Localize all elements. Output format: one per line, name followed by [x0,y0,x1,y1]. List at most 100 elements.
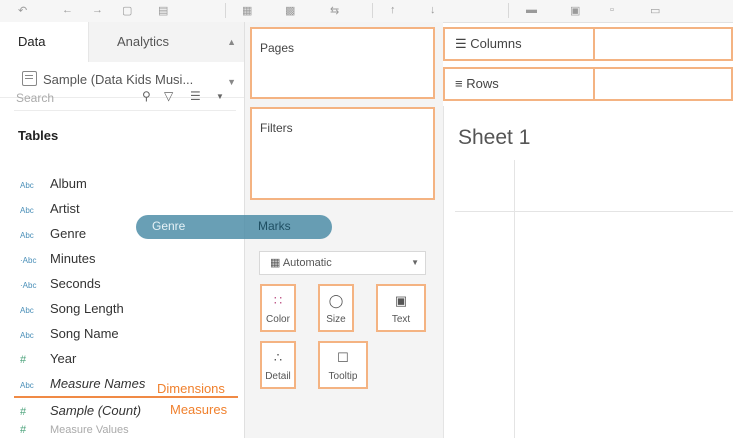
number-type-icon: # [20,406,27,418]
fit-icon[interactable]: ▭ [650,4,660,17]
tab-data[interactable]: Data [0,22,88,62]
shelf-divider [593,29,595,59]
field-item[interactable]: Abc Measure Names [20,372,145,396]
columns-shelf[interactable]: ☰︎ Columns [443,27,733,61]
mark-type-dropdown[interactable]: ▦ Automatic ▼ [259,251,426,275]
swap-icon[interactable]: ⇆ [330,4,339,17]
field-item[interactable]: Abc Album [20,172,87,196]
measures-drop-label: Measures [170,402,228,417]
detail-label: Detail [265,371,291,382]
field-name: Seconds [50,276,101,291]
text-icon: ▣ [394,293,408,308]
string-type-icon: Abc [20,381,34,390]
filters-title: Filters [260,121,293,135]
datasource-label: Sample (Data Kids Musi... [43,72,194,87]
toolbar-divider [508,3,509,18]
new-sheet-icon[interactable]: ▦ [242,4,252,17]
number-type-icon: # [20,354,27,366]
marks-title: Marks [258,219,291,233]
columns-label: ☰︎ Columns [455,36,522,52]
dimensions-drop-label: Dimensions [157,381,225,396]
pages-card[interactable]: Pages [250,27,435,99]
detail-button[interactable]: ∴ Detail [260,341,296,389]
search-icon[interactable]: ⚲ [142,89,151,103]
sheet-canvas[interactable] [443,106,733,438]
field-name: Album [50,176,87,191]
highlight-icon[interactable]: ▬ [526,4,537,16]
tab-analytics[interactable]: Analytics ▲ ▼ [88,22,244,87]
rows-shelf[interactable]: ≡ Rows [443,67,733,101]
view-options-icon[interactable]: ☰ [190,89,201,103]
tooltip-button[interactable]: ☐ Tooltip [318,341,368,389]
duplicate-icon[interactable]: ▩ [285,4,295,17]
search-input[interactable] [14,86,138,110]
columns-icon: ☰︎ [455,36,471,51]
tooltip-label: Tooltip [328,371,358,382]
canvas-gridline [514,160,515,438]
string-type-icon: Abc [20,306,34,315]
color-button[interactable]: ∷ Color [260,284,296,332]
save-icon[interactable]: ▢ [122,4,132,17]
group-icon[interactable]: ▣ [570,4,580,17]
filter-icon[interactable]: ▽ [164,89,173,103]
undo-icon[interactable]: ↶ [18,4,27,17]
calculated-string-type-icon: ·Abc [20,256,37,265]
color-icon: ∷ [273,293,283,308]
string-type-icon: Abc [20,331,34,340]
filters-card[interactable]: Filters [250,107,435,200]
text-label: Text [391,314,411,325]
field-name: Year [50,351,77,366]
field-item[interactable]: Abc Genre [20,222,86,246]
sheet-title[interactable]: Sheet 1 [458,126,530,150]
field-item[interactable]: # Year [20,347,76,371]
pages-title: Pages [260,41,295,55]
detail-icon: ∴ [273,350,283,365]
size-icon: ◯ [328,293,344,308]
tab-analytics-label: Analytics [117,34,170,49]
forward-icon[interactable]: → [92,4,103,16]
mark-type-value: Automatic [282,257,332,269]
tooltip-icon: ☐ [337,350,349,365]
size-label: Size [326,314,346,325]
sort-desc-icon[interactable]: ↓ [430,4,436,16]
number-type-icon: # [20,424,27,436]
field-name: Song Length [50,301,124,316]
rows-label: ≡ Rows [455,76,499,91]
field-name: Measure Names [50,376,146,391]
sort-asc-icon[interactable]: ↑ [390,4,396,16]
string-type-icon: Abc [20,231,34,240]
color-label: Color [266,314,290,325]
field-item[interactable]: # Sample (Count) [20,399,141,423]
search-row: ⚲ ▽ ☰ ▼ [14,86,236,111]
chevron-down-icon[interactable]: ▼ [216,92,224,101]
columns-text: Columns [470,36,522,51]
canvas-gridline [455,211,733,212]
field-name: Song Name [50,326,119,341]
field-name: Minutes [50,251,96,266]
back-icon[interactable]: ← [62,4,73,16]
field-name: Artist [50,201,80,216]
field-item[interactable]: Abc Song Length [20,297,124,321]
size-button[interactable]: ◯ Size [318,284,354,332]
field-name: Genre [50,226,87,241]
field-item[interactable]: ·Abc Seconds [20,272,101,296]
field-item[interactable]: # Measure Values [20,422,129,438]
field-item[interactable]: Abc Song Name [20,322,119,346]
field-item[interactable]: Abc Artist [20,197,80,221]
field-name: Sample (Count) [50,403,142,418]
field-name: Measure Values [50,424,129,436]
toolbar-divider [372,3,373,18]
shelf-divider [593,69,595,99]
dragged-field-pill[interactable]: Genre Marks [136,215,332,239]
field-item[interactable]: ·Abc Minutes [20,247,96,271]
datasource-icon [22,71,37,86]
string-type-icon: Abc [20,181,34,190]
rows-text: Rows [466,76,499,91]
dragged-field-name: Genre [152,219,186,233]
label-icon[interactable]: ▫ [610,4,614,16]
rows-icon: ≡ [455,76,467,91]
text-button[interactable]: ▣ Text [376,284,426,332]
new-datasource-icon[interactable]: ▤ [158,4,168,17]
toolbar-divider [225,3,226,18]
tables-heading: Tables [18,128,59,143]
